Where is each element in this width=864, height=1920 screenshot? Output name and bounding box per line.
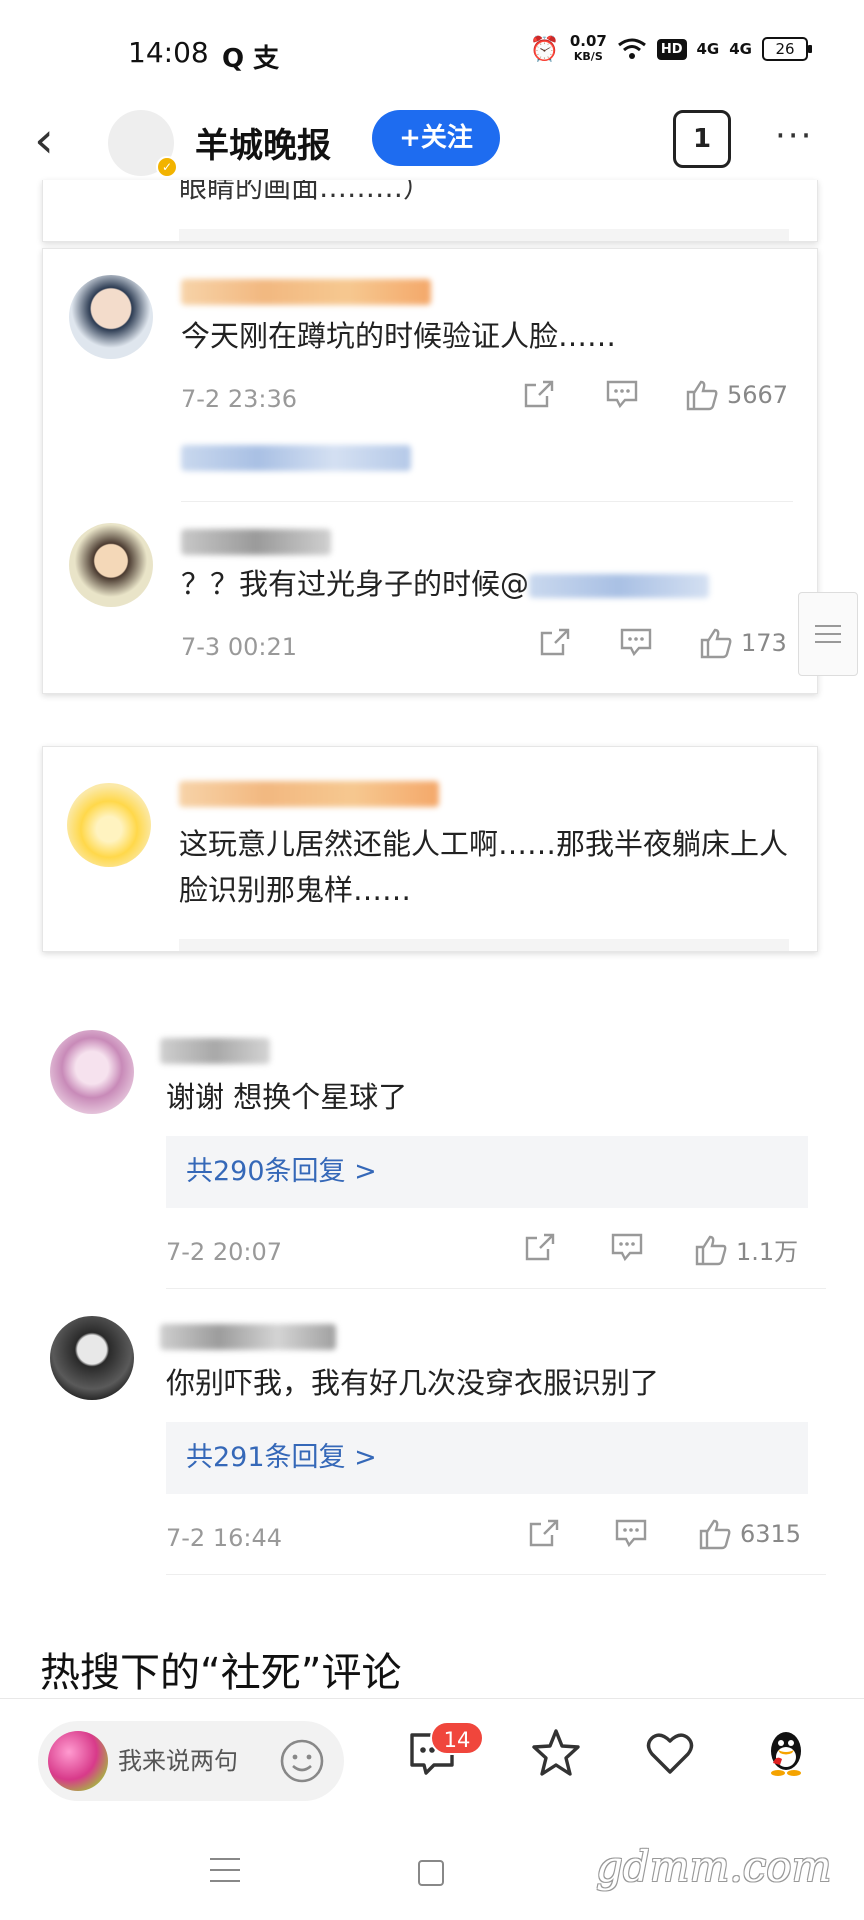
share-button[interactable] [539,627,571,657]
comment-text-prefix: ？？我有过光身子的时候@ [181,567,530,601]
reply-button[interactable] [610,1232,644,1262]
comment-text: 谢谢 想换个星球了 [166,1080,408,1114]
blurred-username [181,279,431,305]
partial-comment-text: 眼睛的画面………） [179,180,432,204]
signal-icon: 4G [696,40,720,58]
like-button[interactable]: 6315 [698,1518,801,1550]
fade-strip [179,939,789,951]
home-icon[interactable] [418,1860,444,1886]
scroll-handle[interactable] [798,592,858,676]
bottom-action-bar: 我来说两句 14 [0,1698,864,1818]
share-icon [525,1233,555,1261]
share-icon [540,628,570,656]
like-count: 5667 [727,381,789,409]
like-button[interactable]: 173 [699,627,787,659]
divider [181,501,793,502]
battery-icon: 26 [762,37,812,61]
more-icon[interactable]: ··· [775,110,813,162]
comment-text: 你别吓我，我有好几次没穿衣服识别了 [166,1366,660,1400]
comment-time: 7-3 00:21 [181,633,297,661]
my-avatar [48,1731,108,1791]
section-title: 热搜下的“社死”评论 [40,1650,402,1696]
avatar[interactable] [67,783,151,867]
share-icon [524,380,554,408]
like-button[interactable]: 5667 [685,379,788,411]
share-button[interactable] [524,1232,556,1262]
thumbs-up-icon [695,1235,727,1265]
comment-icon [606,380,638,409]
avatar[interactable] [50,1030,134,1114]
verified-icon: ✓ [156,156,178,178]
blurred-username [181,445,411,471]
blurred-username [160,1038,270,1064]
wifi-icon [617,38,646,59]
quoted-card: 这玩意儿居然还能人工啊……那我半夜躺床上人脸识别那鬼样…… [42,746,818,952]
status-right-icons: ⏰ 0.07 KB/S HD 4G 4G 26 [529,34,812,64]
thumbs-up-icon [686,380,718,411]
avatar[interactable] [50,1316,134,1400]
divider [166,1574,826,1575]
blurred-username [179,781,439,807]
share-button[interactable] [523,379,555,409]
star-icon[interactable] [528,1725,584,1781]
net-speed-value: 0.07 [569,32,607,50]
quoted-card: 今天刚在蹲坑的时候验证人脸…… 7-2 23:36 5667 ？？我有过光身子的… [42,248,818,694]
thumbs-up-icon [699,1519,731,1550]
blurred-username [181,529,331,555]
comment-icon [611,1233,643,1262]
emoji-icon[interactable] [278,1737,326,1785]
like-count: 173 [741,629,787,657]
back-icon[interactable]: ‹ [34,110,84,170]
reply-button[interactable] [614,1518,648,1548]
avatar[interactable] [69,523,153,607]
alarm-icon: ⏰ [529,35,560,63]
comment-time: 7-2 23:36 [181,385,297,413]
blurred-mention [529,574,710,598]
watermark: gdmm.com [596,1842,832,1891]
hd-icon: HD [656,38,687,60]
comment-time: 7-2 20:07 [166,1238,282,1266]
comment-text: ？？我有过光身子的时候@ [181,561,710,607]
comment-text: 这玩意儿居然还能人工啊……那我半夜躺床上人脸识别那鬼样…… [179,827,789,907]
menu-icon[interactable] [210,1858,240,1891]
quoted-card-partial: 眼睛的画面………） [42,180,818,242]
fade-strip [179,229,789,241]
net-speed: 0.07 KB/S [570,34,607,64]
avatar[interactable] [69,275,153,359]
view-replies-button[interactable]: 共291条回复 > [166,1422,808,1494]
comment-time: 7-2 16:44 [166,1524,282,1552]
thumbs-up-icon [700,628,732,659]
divider [166,1288,826,1289]
account-name[interactable]: 羊城晚报 [195,118,331,167]
share-button[interactable] [528,1518,560,1548]
tab-count-button[interactable]: 1 [673,110,731,168]
qq-share-icon[interactable] [758,1725,814,1781]
comment-input-placeholder: 我来说两句 [118,1747,238,1775]
comment-input[interactable]: 我来说两句 [38,1721,344,1801]
notification-icons: Q 支 [222,44,280,74]
reply-button[interactable] [619,627,653,657]
share-icon [529,1519,559,1547]
view-replies-button[interactable]: 共290条回复 > [166,1136,808,1208]
status-time: 14:08 [128,36,209,69]
comment-count-badge: 14 [430,1721,484,1755]
status-bar: 14:08 Q 支 ⏰ 0.07 KB/S HD 4G 4G 26 [0,0,864,110]
account-avatar[interactable]: ✓ [108,110,178,178]
comment-icon [615,1519,647,1548]
comment-icon [620,628,652,657]
system-navigation: gdmm.com [0,1818,864,1920]
comment-text: 今天刚在蹲坑的时候验证人脸…… [181,319,617,353]
net-speed-unit: KB/S [573,50,603,63]
blurred-username [160,1324,336,1350]
signal-icon-2: 4G [729,40,752,58]
like-count: 1.1万 [736,1238,799,1266]
reply-button[interactable] [605,379,639,409]
heart-icon[interactable] [642,1725,698,1781]
like-button[interactable]: 1.1万 [694,1232,798,1267]
follow-button[interactable]: +关注 [372,110,500,166]
like-count: 6315 [740,1520,802,1548]
